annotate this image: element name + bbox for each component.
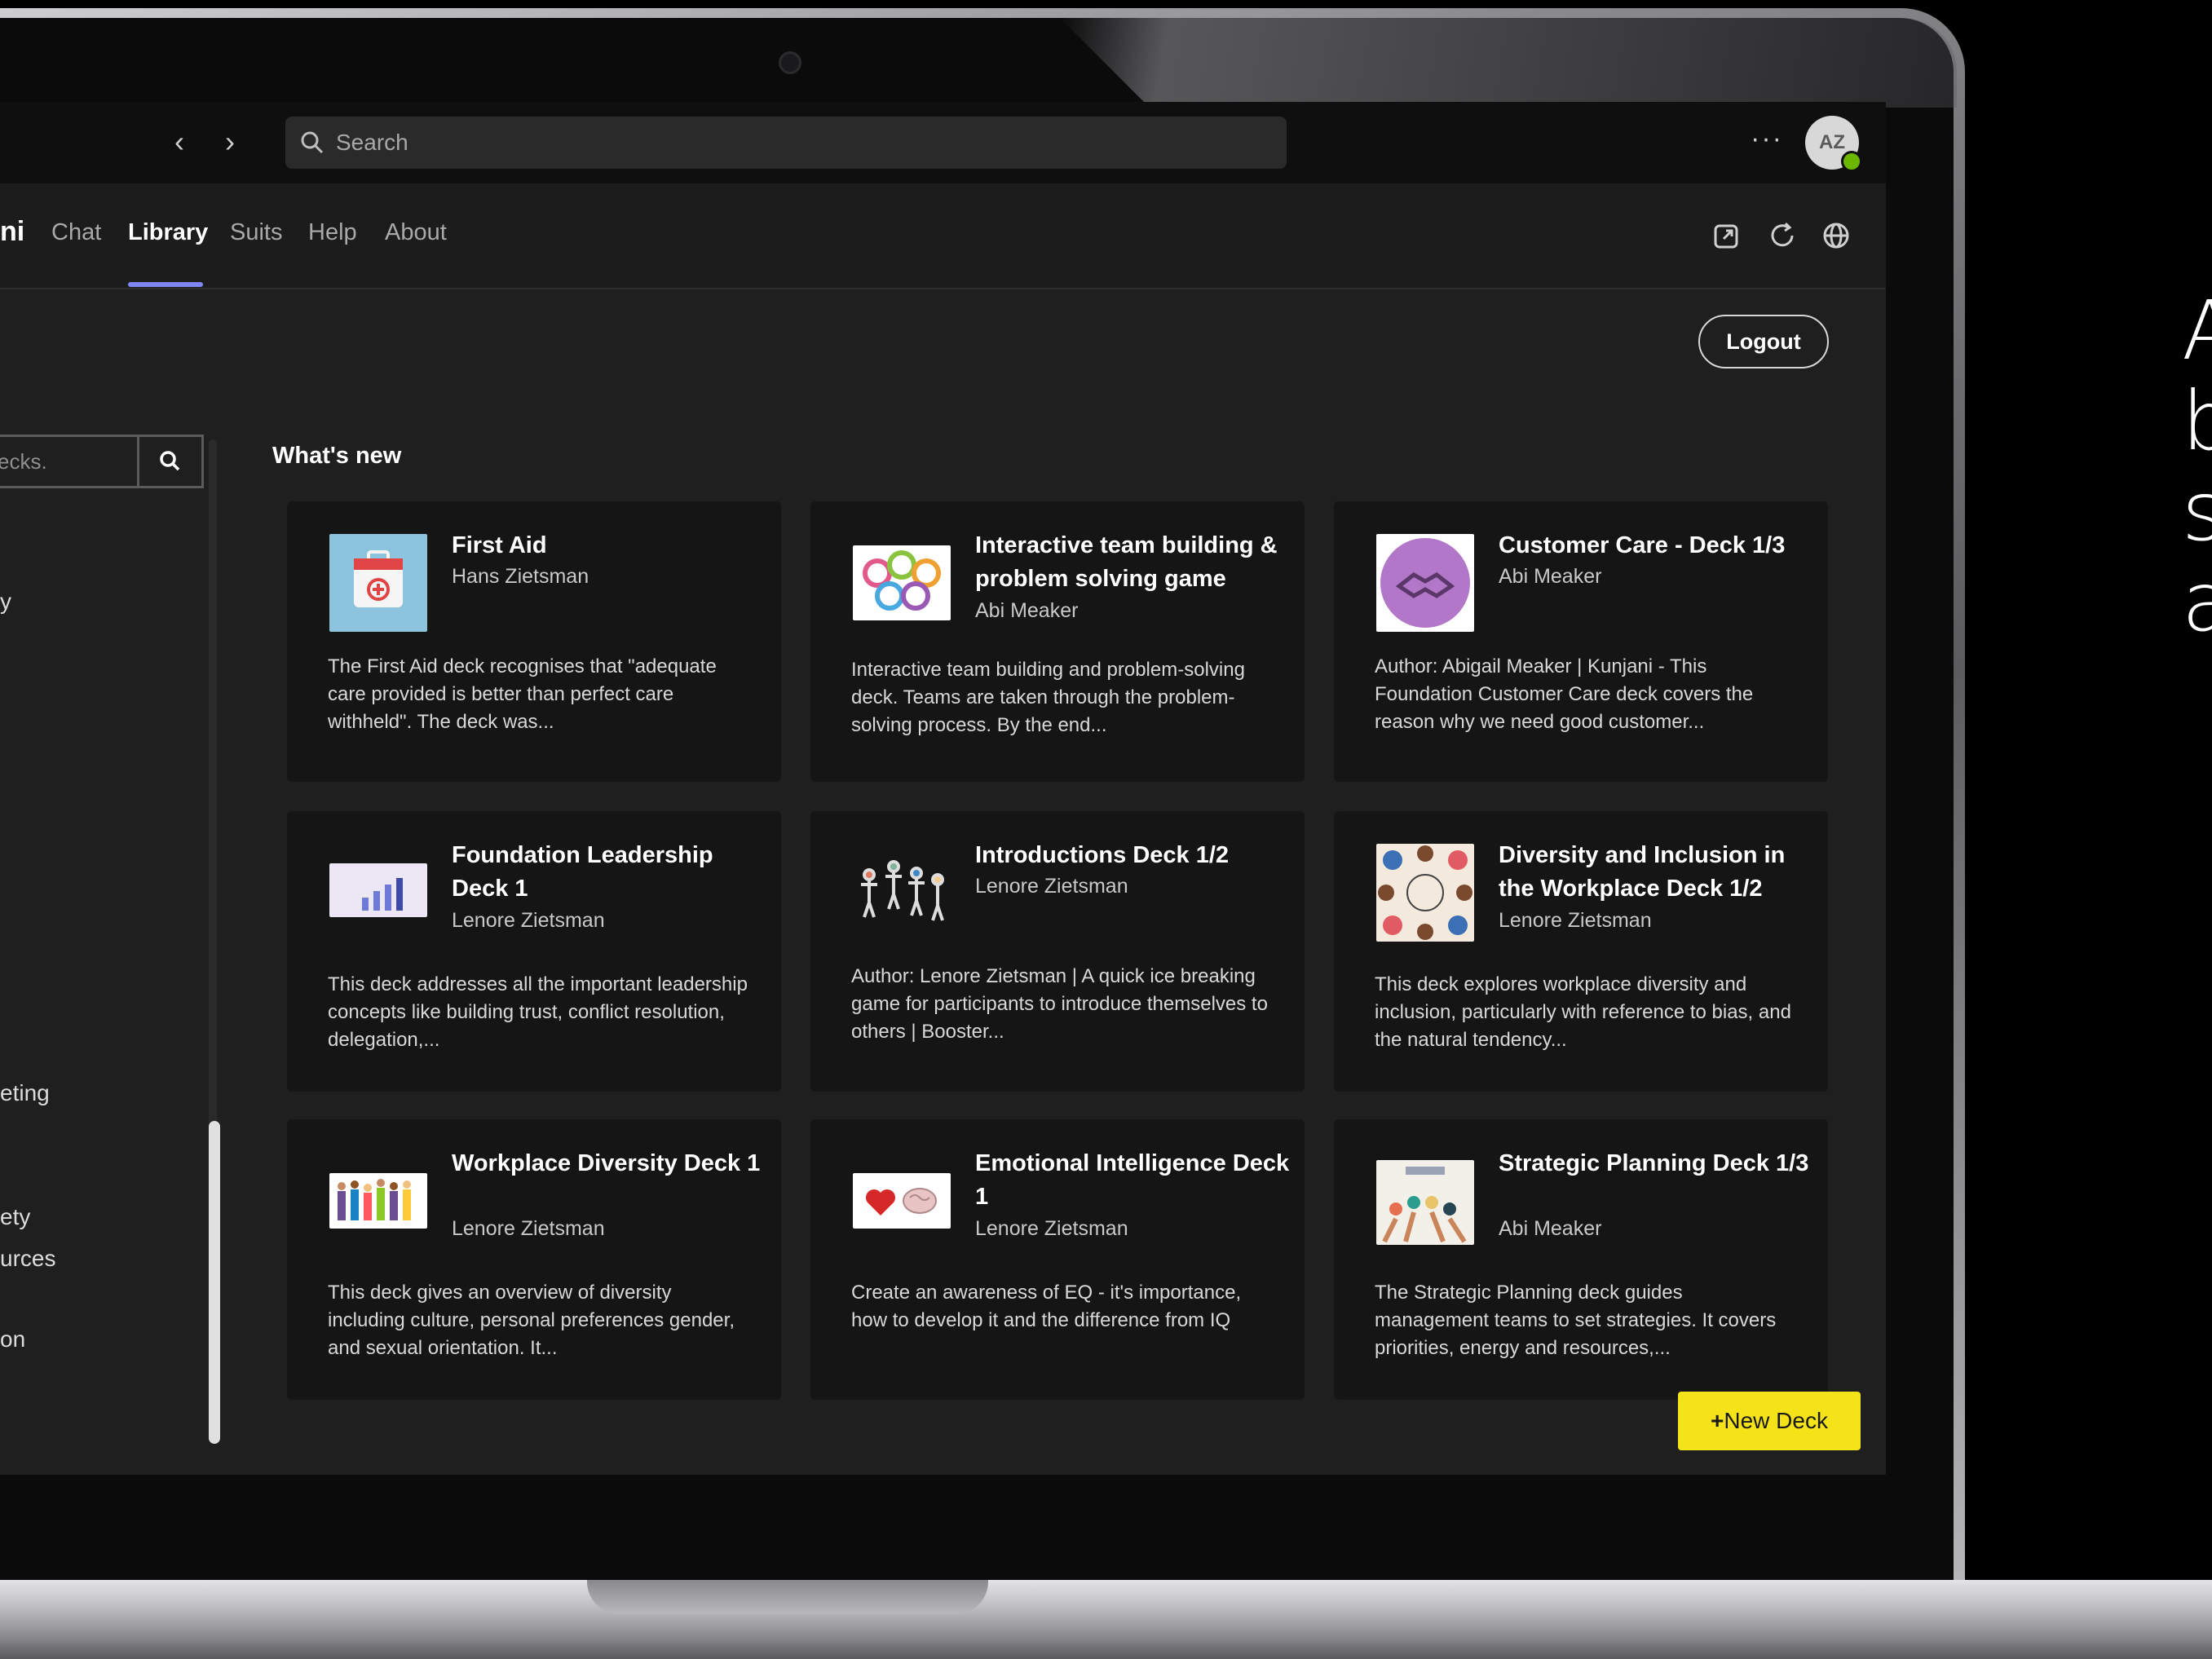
card-author: Lenore Zietsman	[452, 1217, 605, 1240]
card-author: Lenore Zietsman	[1499, 909, 1652, 932]
active-tab-indicator	[128, 282, 203, 287]
diverse-hands-icon	[1376, 844, 1474, 942]
deck-search-button[interactable]	[137, 435, 204, 488]
gears-icon	[853, 545, 951, 620]
card-author: Hans Zietsman	[452, 565, 589, 588]
deck-card[interactable]: Foundation Leadership Deck 1 Lenore Ziet…	[287, 811, 781, 1092]
deck-card[interactable]: Interactive team building & problem solv…	[810, 501, 1305, 782]
card-title: Workplace Diversity Deck 1	[452, 1150, 761, 1176]
deck-search-input[interactable]: ecks.	[0, 435, 139, 488]
new-deck-button[interactable]: +New Deck	[1678, 1392, 1861, 1450]
card-description: Interactive team building and problem-so…	[851, 659, 1245, 736]
card-author: Abi Meaker	[975, 599, 1079, 622]
tab-suits[interactable]: Suits	[230, 219, 282, 246]
card-title: First Aid	[452, 532, 547, 558]
sidebar-item[interactable]: urces	[0, 1246, 55, 1272]
card-description: This deck addresses all the important le…	[328, 973, 748, 1051]
new-deck-label: New Deck	[1724, 1408, 1828, 1433]
deck-card[interactable]: Strategic Planning Deck 1/3 Abi Meaker T…	[1334, 1119, 1828, 1400]
sidebar-scrollbar-thumb[interactable]	[209, 1121, 220, 1444]
deck-card[interactable]: Emotional Intelligence Deck 1 Lenore Zie…	[810, 1119, 1305, 1400]
bezel-glare	[1060, 18, 1957, 108]
card-description: Author: Lenore Zietsman | A quick ice br…	[851, 965, 1268, 1043]
global-search[interactable]	[285, 117, 1287, 169]
first-aid-kit-icon	[329, 534, 427, 632]
people-jumping-icon	[853, 852, 951, 933]
sidebar-item[interactable]: eting	[0, 1080, 50, 1106]
tab-chat[interactable]: Chat	[51, 219, 101, 246]
search-icon	[160, 451, 180, 471]
globe-icon[interactable]	[1820, 219, 1852, 252]
card-title: Strategic Planning Deck 1/3	[1499, 1150, 1809, 1176]
deck-card[interactable]: Diversity and Inclusion in the Workplace…	[1334, 811, 1828, 1092]
titlebar: ‹ › ··· AZ	[0, 102, 1886, 183]
more-options-icon[interactable]: ···	[1751, 123, 1783, 155]
card-title: Customer Care - Deck 1/3	[1499, 532, 1786, 558]
plus-icon: +	[1711, 1408, 1724, 1433]
card-author: Lenore Zietsman	[975, 1217, 1128, 1240]
tab-library[interactable]: Library	[128, 219, 208, 246]
card-author: Abi Meaker	[1499, 565, 1602, 588]
strategic-planning-icon	[1376, 1160, 1474, 1245]
card-description: Create an awareness of EQ - it's importa…	[851, 1282, 1242, 1331]
laptop-base	[0, 1580, 2212, 1659]
caption-fragment: A	[2182, 283, 2212, 378]
section-title: What's new	[272, 443, 402, 469]
card-author: Abi Meaker	[1499, 1217, 1602, 1240]
heart-brain-icon	[853, 1173, 951, 1229]
card-title: Diversity and Inclusion in the Workplace…	[1499, 842, 1786, 902]
popout-icon[interactable]	[1711, 219, 1743, 252]
tab-about[interactable]: About	[385, 219, 447, 246]
sidebar-item[interactable]: y	[0, 589, 11, 615]
camera-icon	[779, 51, 801, 74]
card-author: Lenore Zietsman	[975, 875, 1128, 898]
card-title: Introductions Deck 1/2	[975, 842, 1230, 868]
forward-arrow-icon[interactable]: ›	[214, 121, 246, 162]
app-header: ni Chat Library Suits Help About	[0, 183, 1886, 289]
diverse-people-icon	[329, 1173, 427, 1229]
deck-card[interactable]: Introductions Deck 1/2 Lenore Zietsman A…	[810, 811, 1305, 1092]
card-description: The First Aid deck recognises that "adeq…	[328, 655, 717, 733]
handshake-icon	[1376, 534, 1474, 632]
card-description: The Strategic Planning deck guides manag…	[1375, 1282, 1777, 1359]
card-author: Lenore Zietsman	[452, 909, 605, 932]
side-caption: A b s a	[2182, 285, 2212, 647]
card-description: This deck gives an overview of diversity…	[328, 1282, 735, 1359]
presence-status-icon	[1841, 151, 1862, 172]
search-input[interactable]	[334, 129, 1234, 157]
logout-button[interactable]: Logout	[1698, 315, 1829, 368]
laptop-hinge-notch	[587, 1580, 988, 1614]
search-icon	[301, 131, 324, 154]
card-title: Emotional Intelligence Deck 1	[975, 1150, 1290, 1210]
leadership-chart-icon	[329, 863, 427, 917]
card-title: Interactive team building & problem solv…	[975, 532, 1278, 592]
deck-card[interactable]: First Aid Hans Zietsman The First Aid de…	[287, 501, 781, 782]
refresh-icon[interactable]	[1766, 219, 1799, 252]
caption-fragment: s	[2182, 464, 2212, 559]
card-description: This deck explores workplace diversity a…	[1375, 973, 1791, 1051]
tab-help[interactable]: Help	[308, 219, 357, 246]
deck-card[interactable]: Workplace Diversity Deck 1 Lenore Zietsm…	[287, 1119, 781, 1400]
sidebar-item[interactable]: ety	[0, 1204, 30, 1230]
caption-fragment: b	[2182, 373, 2212, 469]
back-arrow-icon[interactable]: ‹	[163, 121, 196, 162]
card-description: Author: Abigail Meaker | Kunjani - This …	[1375, 655, 1754, 733]
deck-card[interactable]: Customer Care - Deck 1/3 Abi Meaker Auth…	[1334, 501, 1828, 782]
app-screen: ‹ › ··· AZ ni Chat Library Suits Help Ab…	[0, 102, 1886, 1475]
app-name: ni	[0, 216, 25, 247]
sidebar-item[interactable]: on	[0, 1326, 25, 1352]
card-title: Foundation Leadership Deck 1	[452, 842, 713, 902]
caption-fragment: a	[2182, 554, 2212, 650]
